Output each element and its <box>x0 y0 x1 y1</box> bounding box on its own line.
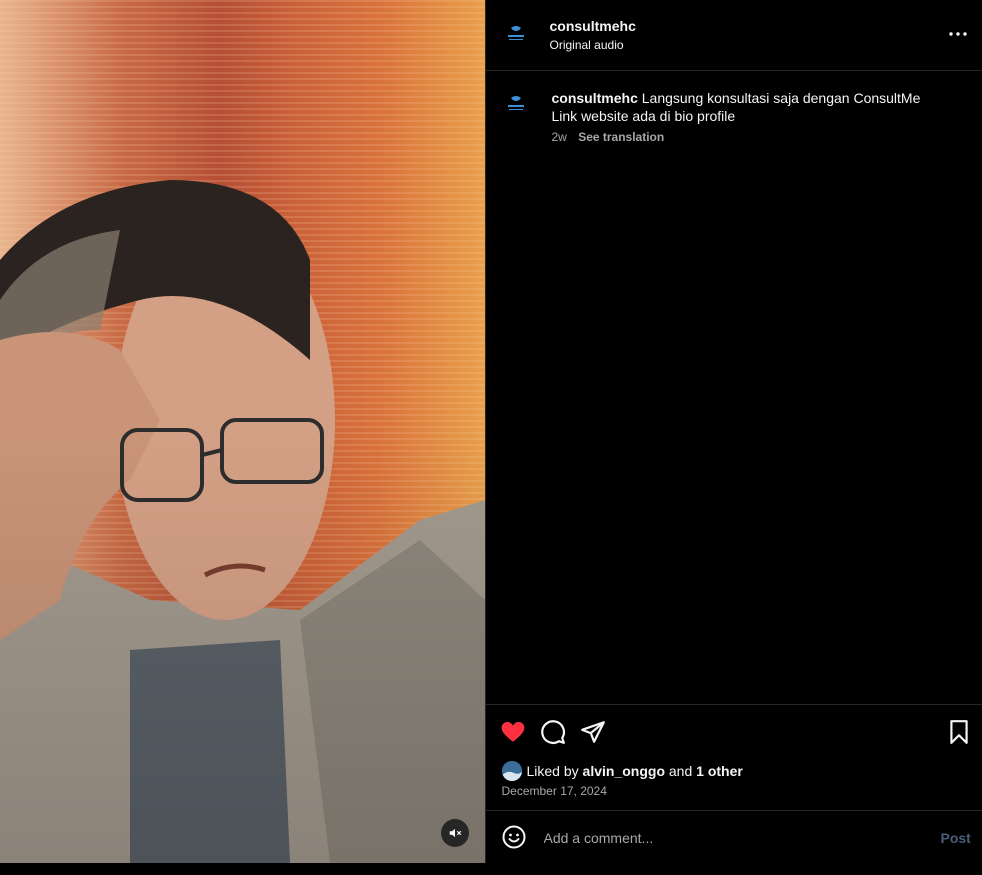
liker-avatar-image <box>501 761 522 781</box>
emoji-icon[interactable] <box>502 825 526 849</box>
caption-line-2: Link website ada di bio profile <box>551 108 736 124</box>
consultme-logo-icon <box>499 18 532 50</box>
see-translation-link[interactable]: See translation <box>578 130 664 144</box>
caption-text: consultmehc Langsung konsultasi saja den… <box>552 89 952 125</box>
post-header: consultmehc Original audio <box>485 0 982 71</box>
bookmark-icon[interactable] <box>946 719 972 745</box>
consultme-logo-icon <box>499 88 532 120</box>
post-sidebar: consultmehc Original audio consultmehc L… <box>484 0 982 864</box>
caption-avatar[interactable] <box>499 88 532 120</box>
liker-avatar[interactable] <box>501 761 522 781</box>
post-comment-button[interactable]: Post <box>941 830 971 846</box>
post-author[interactable]: consultmehc <box>550 18 636 34</box>
likes-others-link[interactable]: 1 other <box>696 763 743 779</box>
send-icon[interactable] <box>580 719 606 745</box>
post-dialog: consultmehc Original audio consultmehc L… <box>0 0 982 863</box>
comment-icon[interactable] <box>540 719 566 745</box>
post-actions: Liked by alvin_onggo and 1 other Decembe… <box>485 704 982 811</box>
liked-by-conjunction: and <box>668 763 693 779</box>
likes-summary: Liked by alvin_onggo and 1 other <box>501 761 743 781</box>
audio-label[interactable]: Original audio <box>550 38 624 52</box>
more-icon <box>948 32 967 36</box>
comment-bar: Post <box>485 810 982 864</box>
mute-button[interactable] <box>441 819 469 847</box>
video-shade <box>0 0 485 863</box>
video-player[interactable] <box>0 0 485 863</box>
post-age[interactable]: 2w <box>552 130 567 144</box>
more-options-button[interactable] <box>946 22 970 46</box>
liked-by-prefix: Liked by <box>526 763 579 779</box>
heart-filled-icon[interactable] <box>500 719 526 745</box>
caption-meta: 2w See translation <box>552 130 665 144</box>
liker-username[interactable]: alvin_onggo <box>583 763 665 779</box>
avatar[interactable] <box>499 18 532 50</box>
caption-username[interactable]: consultmehc <box>552 90 638 106</box>
muted-speaker-icon <box>449 828 462 838</box>
comment-input[interactable] <box>541 823 916 853</box>
post-date[interactable]: December 17, 2024 <box>502 784 607 798</box>
caption-line-1: Langsung konsultasi saja dengan ConsultM… <box>641 90 921 106</box>
